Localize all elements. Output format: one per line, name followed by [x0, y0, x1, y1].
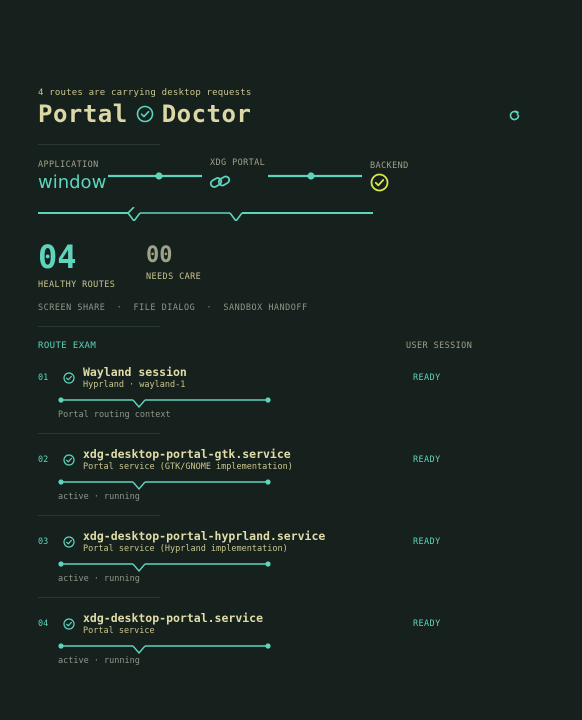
- route-subtitle: Portal service (GTK/GNOME implementation…: [83, 462, 293, 472]
- route-title: xdg-desktop-portal-hyprland.service: [83, 529, 326, 543]
- user-session-heading: USER SESSION: [406, 341, 473, 351]
- header-subtitle: 4 routes are carrying desktop requests: [38, 88, 252, 98]
- route-track: [58, 479, 271, 490]
- refresh-icon[interactable]: [508, 109, 521, 122]
- application-label: APPLICATION: [38, 160, 99, 170]
- divider: [38, 144, 160, 145]
- route-subtitle: Hyprland · wayland-1: [83, 380, 186, 390]
- needs-care-count: 00: [146, 243, 173, 268]
- link-icon: [209, 173, 231, 191]
- divider: [38, 326, 160, 327]
- route-subtitle: Portal service (Hyprland implementation): [83, 544, 288, 554]
- route-number: 03: [38, 537, 49, 547]
- check-circle-icon: [63, 372, 75, 384]
- check-circle-icon: [63, 618, 75, 630]
- route-subtitle: Portal service: [83, 626, 155, 636]
- route-note: active · running: [58, 574, 140, 584]
- needs-care-label: NEEDS CARE: [146, 272, 202, 282]
- route-note: Portal routing context: [58, 410, 171, 420]
- connector-portal-backend: [268, 172, 362, 180]
- page-title: Portal Doctor: [38, 100, 251, 128]
- route-note: active · running: [58, 492, 140, 502]
- route-track: [58, 643, 271, 654]
- healthy-label: HEALTHY ROUTES: [38, 280, 116, 290]
- route-title: Wayland session: [83, 365, 187, 379]
- divider: [38, 597, 160, 598]
- divider: [38, 515, 160, 516]
- route-title: xdg-desktop-portal-gtk.service: [83, 447, 291, 461]
- backend-label: BACKEND: [370, 161, 409, 171]
- route-number: 04: [38, 619, 49, 629]
- route-row[interactable]: 02 xdg-desktop-portal-gtk.service Portal…: [0, 446, 582, 528]
- title-right: Doctor: [161, 100, 252, 128]
- pipeline-track: [38, 207, 373, 221]
- capabilities-list: SCREEN SHARE · FILE DIALOG · SANDBOX HAN…: [38, 303, 308, 313]
- healthy-count: 04: [38, 238, 77, 276]
- route-row[interactable]: 03 xdg-desktop-portal-hyprland.service P…: [0, 528, 582, 610]
- route-number: 01: [38, 373, 49, 383]
- route-exam-heading: ROUTE EXAM: [38, 341, 97, 351]
- route-row[interactable]: 01 Wayland session Hyprland · wayland-1 …: [0, 364, 582, 446]
- route-status: READY: [413, 455, 441, 465]
- title-left: Portal: [38, 100, 128, 128]
- route-note: active · running: [58, 656, 140, 666]
- route-number: 02: [38, 455, 49, 465]
- backend-check-icon: [370, 173, 389, 192]
- route-row[interactable]: 04 xdg-desktop-portal.service Portal ser…: [0, 610, 582, 692]
- application-value: window: [38, 172, 107, 193]
- route-title: xdg-desktop-portal.service: [83, 611, 264, 625]
- portal-label: XDG PORTAL: [210, 158, 266, 168]
- route-status: READY: [413, 373, 441, 383]
- route-status: READY: [413, 619, 441, 629]
- route-track: [58, 397, 271, 408]
- route-status: READY: [413, 537, 441, 547]
- check-circle-icon: [63, 454, 75, 466]
- divider: [38, 433, 160, 434]
- check-circle-icon: [136, 105, 154, 123]
- check-circle-icon: [63, 536, 75, 548]
- route-track: [58, 561, 271, 572]
- connector-app-portal: [108, 172, 202, 180]
